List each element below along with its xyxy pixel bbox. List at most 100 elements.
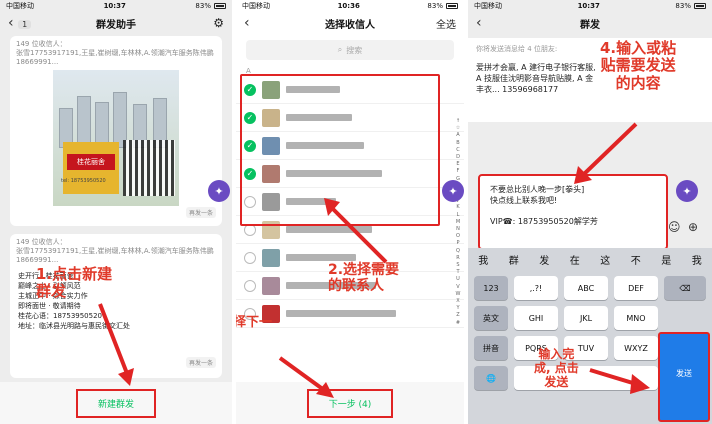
back-button[interactable]: ‹ <box>244 15 250 31</box>
back-button[interactable]: ‹ <box>476 15 482 31</box>
alphabet-letter[interactable]: M <box>454 219 462 226</box>
alphabet-letter[interactable]: # <box>454 320 462 327</box>
recipient-names: 张雪17753917191,王星,崔树缀,车林林,A.领潮汽车服务陈伟鹏1866… <box>16 247 214 264</box>
key-english[interactable]: 英文 <box>474 306 508 330</box>
alphabet-letter[interactable]: Z <box>454 312 462 319</box>
select-recipients-screen: 中国移动 10:36 83% ‹ 选择收信人 全选 ⌕ 搜索 A ✓ ✓ ✓ ✓ ↑ ☆… <box>236 0 464 424</box>
message-line: 地址：临沭县光明路与惠民街交汇处 <box>18 322 130 330</box>
resend-button[interactable]: 再发一条 <box>185 357 216 368</box>
alphabet-letter[interactable]: Y <box>454 305 462 312</box>
candidate-word[interactable]: 我 <box>692 252 702 267</box>
send-label: 发送 <box>676 369 692 378</box>
battery-icon <box>213 3 226 9</box>
carrier-label: 中国移动 <box>6 2 34 10</box>
candidate-word[interactable]: 这 <box>600 252 610 267</box>
backspace-icon[interactable]: ⌫ <box>664 276 706 300</box>
send-button[interactable]: 发送 <box>658 332 710 422</box>
search-input[interactable]: ⌕ 搜索 <box>246 40 454 60</box>
battery-percent: 83% <box>427 2 443 10</box>
alphabet-letter[interactable]: O <box>454 233 462 240</box>
candidate-word[interactable]: 群 <box>509 252 519 267</box>
avatar <box>262 248 280 267</box>
alphabet-letter[interactable]: Q <box>454 248 462 255</box>
plus-icon[interactable]: ⊕ <box>688 220 698 234</box>
candidate-word[interactable]: 在 <box>570 252 580 267</box>
alphabet-letter[interactable]: T <box>454 269 462 276</box>
annotation-step-4: 4.输入或粘 贴需要发送 的内容 <box>600 39 677 92</box>
recipient-count: 149 位收信人： <box>16 40 67 48</box>
page-title: 群发助手 <box>96 19 136 31</box>
key-mno[interactable]: MNO <box>614 306 658 330</box>
key-ghi[interactable]: GHI <box>514 306 558 330</box>
select-all-button[interactable]: 全选 <box>436 16 456 31</box>
search-placeholder: 搜索 <box>346 45 363 55</box>
annotation-step-1: 1.点击新建 群发 <box>36 265 113 301</box>
alphabet-letter[interactable]: ☆ <box>454 125 462 132</box>
candidate-word[interactable]: 不 <box>631 252 641 267</box>
alphabet-letter[interactable]: V <box>454 284 462 291</box>
key-wxyz[interactable]: WXYZ <box>614 336 658 360</box>
qr-code <box>123 140 175 196</box>
avatar <box>262 276 280 295</box>
butterfly-icon[interactable]: ✦ <box>676 180 698 202</box>
status-bar: 中国移动 10:37 83% <box>468 0 712 12</box>
contact-name <box>286 226 372 233</box>
broadcast-card-2[interactable]: 149 位收信人： 张雪17753917191,王星,崔树缀,车林林,A.领潮汽… <box>10 234 222 378</box>
message-line: VIP☎: 18753950520解学芳 <box>490 217 598 226</box>
carrier-label: 中国移动 <box>242 2 270 10</box>
alphabet-letter[interactable]: W <box>454 291 462 298</box>
key-punct[interactable]: ,.?! <box>514 276 558 300</box>
battery-percent: 83% <box>675 2 691 10</box>
broadcast-card-1[interactable]: 149 位收信人： 张雪17753917191,王星,崔树缀,车林林,A.领潮汽… <box>10 36 222 226</box>
key-jkl[interactable]: JKL <box>564 306 608 330</box>
keyboard[interactable]: 我 群 发 在 这 不 是 我 123 ,.?! ABC DEF ⌫ 英文 GHI JKL M… <box>468 248 712 424</box>
candidate-word[interactable]: 我 <box>478 252 488 267</box>
alphabet-letter[interactable]: R <box>454 255 462 262</box>
resend-button[interactable]: 再发一条 <box>185 207 216 218</box>
alphabet-index[interactable]: ↑☆ABCDEFGHIJKLMNOPQRSTUVWXYZ# <box>454 118 462 327</box>
next-step-button[interactable]: 下一步 (4) <box>306 388 394 418</box>
key-pinyin[interactable]: 拼音 <box>474 336 508 360</box>
back-button[interactable]: ‹ 1 <box>8 15 35 31</box>
carrier-label: 中国移动 <box>474 2 502 10</box>
candidate-word[interactable]: 是 <box>661 252 671 267</box>
status-bar: 中国移动 10:37 83% <box>0 0 232 12</box>
checkbox[interactable] <box>244 251 256 264</box>
gear-icon[interactable]: ⚙ <box>213 16 224 30</box>
alphabet-letter[interactable]: D <box>454 154 462 161</box>
clock: 10:36 <box>337 2 360 10</box>
key-def[interactable]: DEF <box>614 276 658 300</box>
key-abc[interactable]: ABC <box>564 276 608 300</box>
candidate-bar[interactable]: 我群发在这不是我 <box>468 248 712 270</box>
annotation-step-5: 输入完 成, 点击 发送 <box>534 347 579 389</box>
clock: 10:37 <box>103 2 126 10</box>
new-broadcast-button[interactable]: 新建群发 <box>75 388 156 418</box>
emoji-icon[interactable]: ☺ <box>668 220 681 234</box>
alphabet-letter[interactable]: P <box>454 240 462 247</box>
poster-logo: 桂花丽舍 <box>67 154 115 170</box>
alphabet-letter[interactable]: B <box>454 140 462 147</box>
message-input[interactable]: 不要总比别人晚一步[拳头] 快点线上联系我吧! VIP☎: 1875395052… <box>478 174 668 250</box>
alphabet-letter[interactable]: E <box>454 161 462 168</box>
alphabet-letter[interactable]: X <box>454 298 462 305</box>
alphabet-letter[interactable]: S <box>454 262 462 269</box>
alphabet-letter[interactable]: N <box>454 226 462 233</box>
checkbox[interactable] <box>244 279 256 292</box>
recipient-names: 张雪17753917191,王星,崔树缀,车林林,A.领潮汽车服务陈伟鹏1866… <box>16 49 214 66</box>
alphabet-letter[interactable]: K <box>454 204 462 211</box>
key-123[interactable]: 123 <box>474 276 508 300</box>
candidate-word[interactable]: 发 <box>539 252 549 267</box>
alphabet-letter[interactable]: L <box>454 212 462 219</box>
alphabet-letter[interactable]: ↑ <box>454 118 462 125</box>
butterfly-icon[interactable]: ✦ <box>208 180 230 202</box>
nav-bar: ‹ 选择收信人 全选 <box>236 12 464 34</box>
alphabet-letter[interactable]: A <box>454 132 462 139</box>
contact-name <box>286 310 396 317</box>
globe-icon[interactable]: 🌐 <box>474 366 508 390</box>
alphabet-letter[interactable]: F <box>454 168 462 175</box>
alphabet-letter[interactable]: C <box>454 147 462 154</box>
message-line: 快点线上联系我吧! <box>490 196 558 205</box>
butterfly-icon[interactable]: ✦ <box>442 180 464 202</box>
poster-image[interactable]: 桂花丽舍 tel: 18753950520 <box>53 70 179 206</box>
alphabet-letter[interactable]: U <box>454 276 462 283</box>
